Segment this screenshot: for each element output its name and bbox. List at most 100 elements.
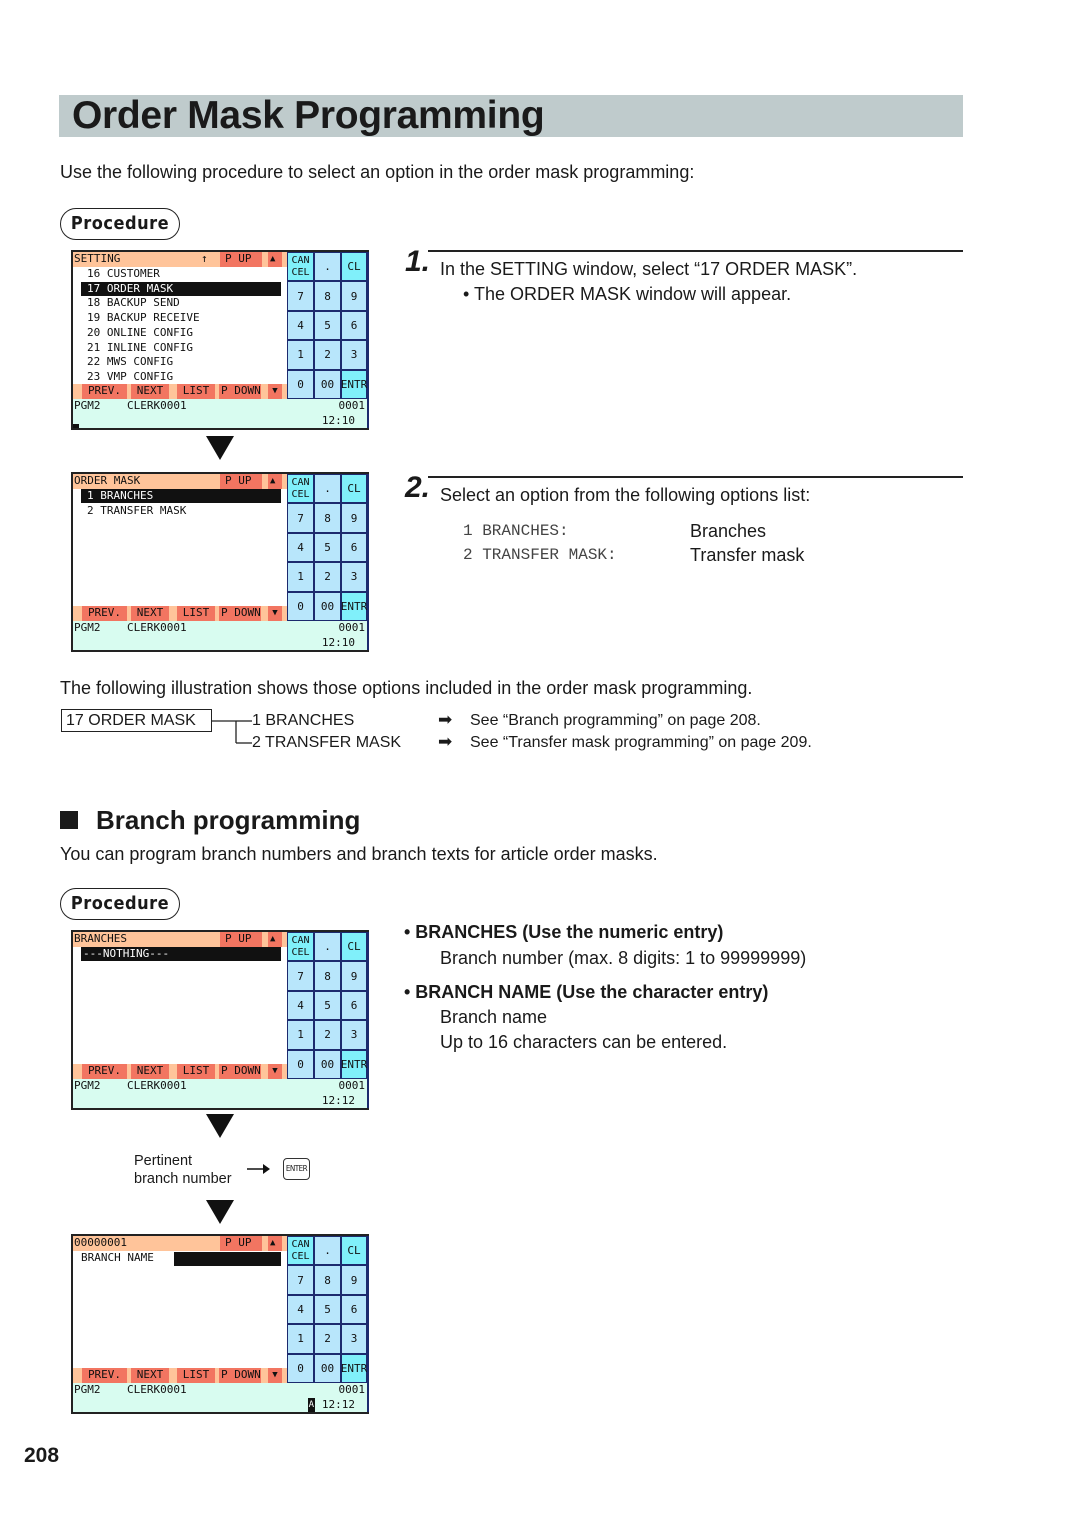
keypad-key[interactable]: .	[314, 932, 341, 962]
p-down-button[interactable]: P DOWN	[221, 1064, 261, 1078]
keypad-key[interactable]: 00	[314, 591, 341, 621]
keypad-key[interactable]: 6	[341, 532, 367, 563]
prev-button[interactable]: PREV.	[84, 1368, 125, 1382]
list-button[interactable]: LIST	[179, 1064, 213, 1078]
keypad-key[interactable]: .	[314, 1236, 341, 1266]
keypad-key[interactable]: 0	[287, 1049, 314, 1079]
keypad-key[interactable]: 5	[314, 1294, 341, 1325]
list-item-selected[interactable]: 17 ORDER MASK	[87, 282, 173, 296]
keypad-key[interactable]: 0	[287, 1353, 314, 1383]
keypad-key[interactable]: 4	[287, 990, 314, 1021]
keypad-key[interactable]: ENTR	[341, 1049, 367, 1079]
keypad-key[interactable]: 5	[314, 990, 341, 1021]
keypad-key[interactable]: 6	[341, 990, 367, 1021]
prev-button[interactable]: PREV.	[84, 1064, 125, 1078]
keypad-key[interactable]: 00	[314, 369, 341, 399]
list-item[interactable]: 23 VMP CONFIG	[87, 370, 173, 384]
keypad-key[interactable]: 9	[341, 1265, 367, 1295]
keypad-key[interactable]: 7	[287, 1265, 314, 1295]
keypad-key[interactable]: 3	[341, 562, 367, 592]
list-item-selected[interactable]: ---NOTHING---	[83, 947, 169, 961]
keypad-key[interactable]: 6	[341, 310, 367, 341]
keypad-key[interactable]: 3	[341, 1020, 367, 1050]
keypad-key[interactable]: CL	[341, 252, 367, 282]
down-button[interactable]: ▼	[270, 606, 280, 620]
next-button[interactable]: NEXT	[133, 606, 167, 620]
keypad-key[interactable]: 8	[314, 961, 341, 991]
keypad-key[interactable]: 7	[287, 503, 314, 533]
keypad-key[interactable]: 2	[314, 340, 341, 370]
keypad-key[interactable]: 3	[341, 340, 367, 370]
keypad-key[interactable]: 4	[287, 1294, 314, 1325]
keypad-key[interactable]: 1	[287, 340, 314, 370]
ref-transfer-mask-programming[interactable]: See “Transfer mask programming” on page …	[470, 734, 812, 752]
keypad-key[interactable]: 2	[314, 1020, 341, 1050]
branch-name-input[interactable]	[174, 1252, 281, 1266]
keypad-key[interactable]: CAN CEL	[287, 474, 314, 504]
keypad-key[interactable]: 3	[341, 1324, 367, 1354]
keypad-key[interactable]: 4	[287, 532, 314, 563]
keypad-key[interactable]: 5	[314, 310, 341, 341]
list-item-selected[interactable]: 1 BRANCHES	[87, 489, 153, 503]
list-item[interactable]: 2 TRANSFER MASK	[87, 504, 186, 518]
keypad-key[interactable]: 7	[287, 281, 314, 311]
keypad-key[interactable]: 7	[287, 961, 314, 991]
p-down-button[interactable]: P DOWN	[221, 384, 261, 398]
keypad-key[interactable]: 5	[314, 532, 341, 563]
p-up-button[interactable]: P UP	[225, 474, 252, 488]
keypad-key[interactable]: 2	[314, 1324, 341, 1354]
prev-button[interactable]: PREV.	[84, 384, 125, 398]
keypad-key[interactable]: CL	[341, 474, 367, 504]
list-item[interactable]: 20 ONLINE CONFIG	[87, 326, 193, 340]
keypad-key[interactable]: 4	[287, 310, 314, 341]
keypad-key[interactable]: 1	[287, 1020, 314, 1050]
down-button[interactable]: ▼	[270, 1368, 280, 1382]
keypad-key[interactable]: CAN CEL	[287, 1236, 314, 1266]
keypad-key[interactable]: ENTR	[341, 369, 367, 399]
list-item[interactable]: 19 BACKUP RECEIVE	[87, 311, 200, 325]
up-arrow-button[interactable]: ▲	[270, 474, 275, 488]
keypad-key[interactable]: 9	[341, 503, 367, 533]
list-item[interactable]: 22 MWS CONFIG	[87, 355, 173, 369]
keypad-key[interactable]: 6	[341, 1294, 367, 1325]
keypad-key[interactable]: CL	[341, 932, 367, 962]
keypad-key[interactable]: 0	[287, 591, 314, 621]
keypad-key[interactable]: 8	[314, 281, 341, 311]
down-button[interactable]: ▼	[270, 384, 280, 398]
keypad-key[interactable]: 1	[287, 562, 314, 592]
p-down-button[interactable]: P DOWN	[221, 1368, 261, 1382]
keypad-key[interactable]: 9	[341, 961, 367, 991]
list-item[interactable]: 16 CUSTOMER	[87, 267, 160, 281]
keypad-key[interactable]: 9	[341, 281, 367, 311]
next-button[interactable]: NEXT	[133, 1064, 167, 1078]
list-item[interactable]: 18 BACKUP SEND	[87, 296, 180, 310]
p-up-button[interactable]: P UP	[225, 932, 252, 946]
keypad-key[interactable]: 00	[314, 1353, 341, 1383]
keypad-key[interactable]: 00	[314, 1049, 341, 1079]
keypad-key[interactable]: .	[314, 474, 341, 504]
keypad-key[interactable]: 1	[287, 1324, 314, 1354]
keypad-key[interactable]: CAN CEL	[287, 932, 314, 962]
keypad-key[interactable]: 0	[287, 369, 314, 399]
list-button[interactable]: LIST	[179, 384, 213, 398]
up-arrow-button[interactable]: ▲	[270, 252, 275, 266]
next-button[interactable]: NEXT	[133, 384, 167, 398]
prev-button[interactable]: PREV.	[84, 606, 125, 620]
list-item[interactable]: BRANCH NAME	[81, 1251, 154, 1265]
up-arrow-button[interactable]: ▲	[270, 1236, 275, 1250]
keypad-key[interactable]: 8	[314, 1265, 341, 1295]
next-button[interactable]: NEXT	[133, 1368, 167, 1382]
keypad-key[interactable]: 2	[314, 562, 341, 592]
list-button[interactable]: LIST	[179, 1368, 213, 1382]
list-item[interactable]: 21 INLINE CONFIG	[87, 341, 193, 355]
p-up-button[interactable]: P UP	[225, 1236, 252, 1250]
keypad-key[interactable]: 8	[314, 503, 341, 533]
p-down-button[interactable]: P DOWN	[221, 606, 261, 620]
ref-branch-programming[interactable]: See “Branch programming” on page 208.	[470, 712, 761, 730]
keypad-key[interactable]: CAN CEL	[287, 252, 314, 282]
keypad-key[interactable]: ENTR	[341, 1353, 367, 1383]
p-up-button[interactable]: P UP	[225, 252, 252, 266]
keypad-key[interactable]: .	[314, 252, 341, 282]
keypad-key[interactable]: CL	[341, 1236, 367, 1266]
list-button[interactable]: LIST	[179, 606, 213, 620]
